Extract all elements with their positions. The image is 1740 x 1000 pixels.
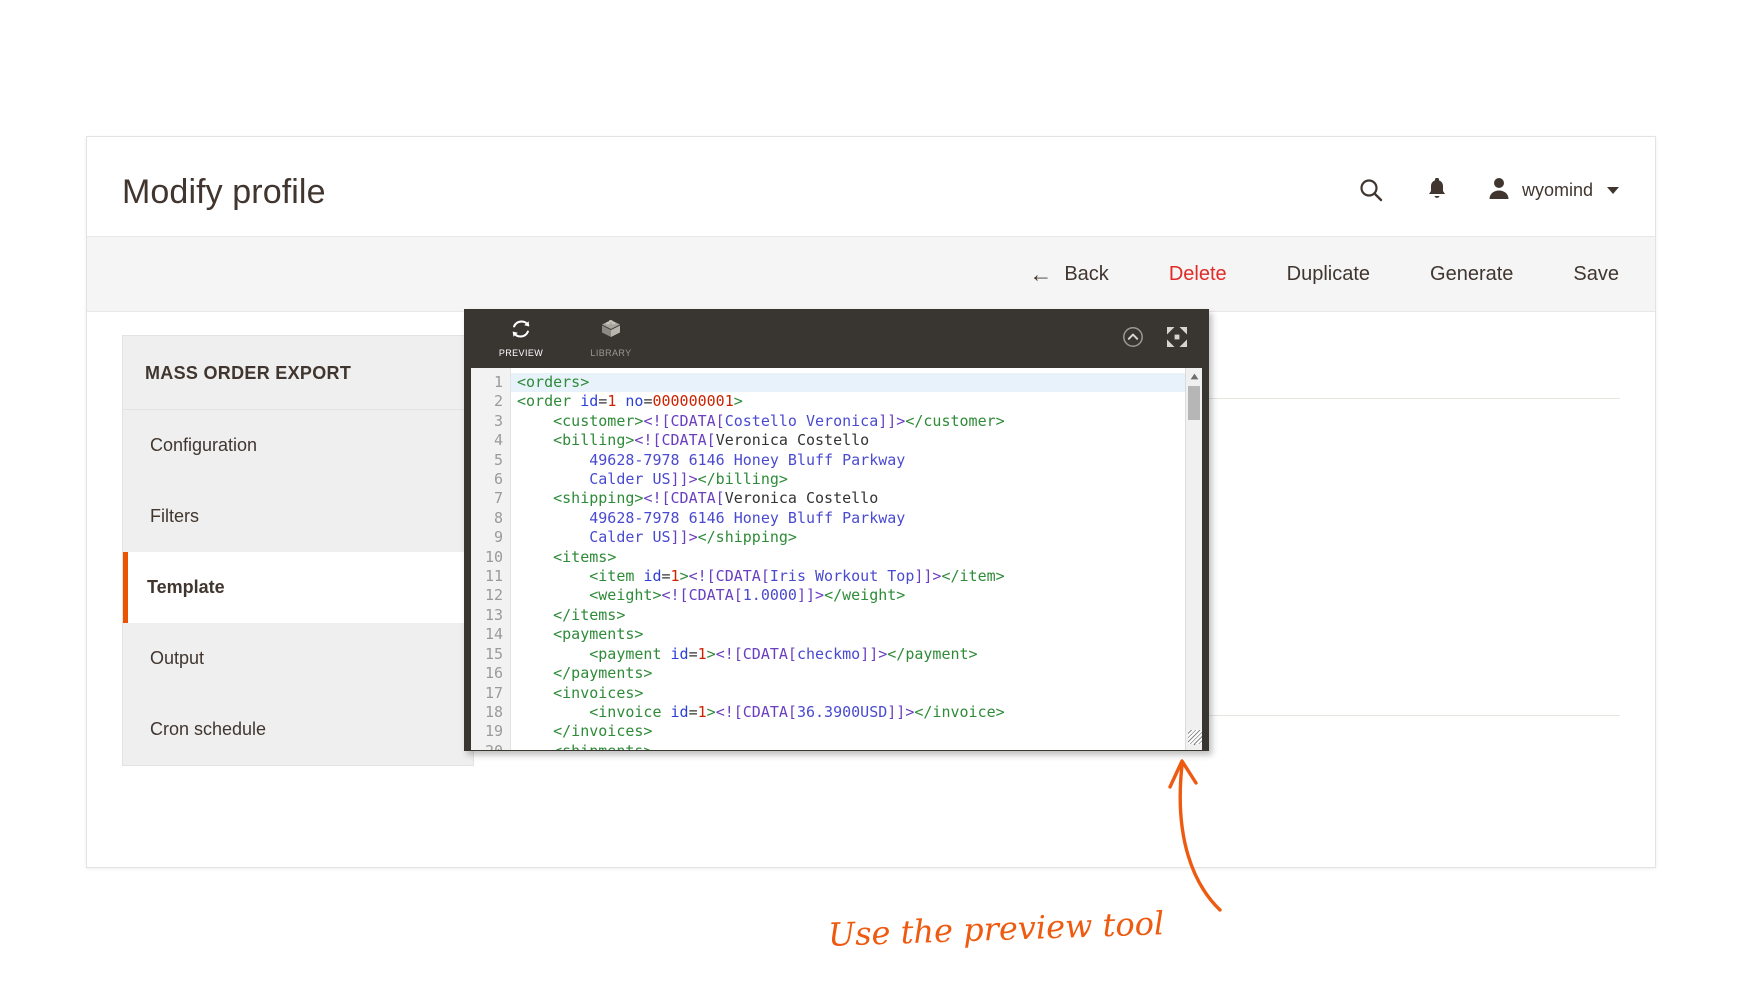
line-number: 20 [471, 742, 510, 750]
line-number: 2 [493, 392, 503, 411]
delete-button[interactable]: Delete [1169, 263, 1227, 286]
editor-tabs: Preview [491, 318, 641, 359]
chevron-down-icon [1607, 186, 1619, 194]
sidebar-title: MASS ORDER EXPORT [123, 336, 473, 410]
back-arrow-icon: ← [1029, 260, 1053, 287]
code-line: Calder US]]></shipping> [517, 528, 797, 547]
refresh-icon [491, 318, 551, 340]
sidebar-item-configuration[interactable]: Configuration [123, 410, 473, 481]
editor-window-actions [1122, 326, 1188, 353]
user-name-label: wyomind [1521, 179, 1593, 200]
code-line: <invoices> [553, 683, 644, 702]
line-number: 19 [484, 722, 503, 741]
back-button[interactable]: ← Back [1029, 260, 1109, 287]
sidebar-item-label: Template [147, 577, 225, 597]
user-menu[interactable]: wyomind [1488, 176, 1619, 205]
line-number: 17 [484, 683, 503, 702]
sidebar-item-output[interactable]: Output [123, 623, 473, 694]
code-line: <shipping><![CDATA[Veronica Costello [553, 489, 879, 508]
resize-grip[interactable] [1188, 730, 1202, 744]
line-number: 10 [484, 547, 503, 566]
code-line: <invoice id=1><![CDATA[36.3900USD]]></in… [589, 702, 1005, 721]
line-number: 5 [493, 450, 503, 469]
code-line: </items> [553, 605, 626, 624]
line-number: 3 [493, 411, 503, 430]
bell-icon[interactable] [1422, 175, 1452, 205]
tab-preview-label: Preview [498, 344, 544, 359]
line-number-gutter: 1234567891011121314151617181920 [471, 368, 511, 750]
line-number: 6 [493, 470, 503, 489]
brick-icon [581, 318, 641, 340]
scrollbar-thumb[interactable] [1188, 386, 1200, 420]
sidebar-item-label: Filters [150, 506, 199, 526]
line-number: 13 [484, 605, 503, 624]
sidebar: MASS ORDER EXPORT Configuration Filters … [122, 335, 474, 766]
line-number: 15 [484, 644, 503, 663]
duplicate-button-label: Duplicate [1286, 262, 1371, 285]
expand-icon[interactable] [1166, 326, 1188, 353]
code-line: <payments> [553, 625, 644, 644]
delete-button-label: Delete [1168, 262, 1227, 285]
sidebar-item-label: Configuration [150, 435, 258, 455]
line-number: 11 [484, 567, 503, 586]
code-area[interactable]: 1234567891011121314151617181920 <orders>… [471, 368, 1202, 750]
line-number: 18 [484, 702, 503, 721]
line-number: 7 [493, 489, 503, 508]
editor-scrollbar[interactable] [1185, 368, 1202, 750]
chevron-up-circle-icon[interactable] [1122, 326, 1144, 353]
line-number: 16 [484, 664, 503, 683]
header-actions: wyomind [1356, 175, 1619, 205]
code-line: <shipments> [511, 742, 1185, 750]
user-icon [1488, 176, 1510, 205]
page-title: Modify profile [122, 173, 326, 211]
code-line: </invoices> [553, 722, 653, 741]
tab-preview[interactable]: Preview [491, 318, 551, 359]
line-number: 4 [493, 431, 503, 450]
scroll-up-arrow-icon[interactable] [1186, 368, 1202, 384]
sidebar-item-filters[interactable]: Filters [123, 481, 473, 552]
line-number: 12 [484, 586, 503, 605]
back-button-label: Back [1064, 262, 1109, 285]
editor-toolbar: Preview [471, 316, 1202, 368]
code-line: <orders> [511, 373, 1185, 393]
save-button[interactable]: Save [1573, 263, 1619, 286]
code-line: <weight><![CDATA[1.0000]]></weight> [589, 586, 906, 605]
line-number: 14 [484, 625, 503, 644]
code-line: 49628-7978 6146 Honey Bluff Parkway [517, 450, 906, 469]
sidebar-item-cron-schedule[interactable]: Cron schedule [123, 694, 473, 765]
code-line: <items> [553, 547, 617, 566]
page-header: Modify profile wyomind [87, 137, 1655, 236]
code-line: Calder US]]></billing> [517, 470, 788, 489]
code-content[interactable]: <orders> <order id=1 no=000000001> <custo… [511, 368, 1185, 750]
admin-panel: Modify profile wyomind ← Back Delete Dup… [86, 136, 1656, 868]
sidebar-item-label: Cron schedule [150, 719, 267, 739]
code-line: <item id=1><![CDATA[Iris Workout Top]]><… [589, 567, 1005, 586]
line-number: 9 [493, 528, 503, 547]
annotation-text: Use the preview tool [827, 904, 1165, 954]
code-line: </payments> [553, 664, 653, 683]
duplicate-button[interactable]: Duplicate [1287, 263, 1370, 286]
action-toolbar: ← Back Delete Duplicate Generate Save [87, 236, 1655, 312]
generate-button-label: Generate [1430, 262, 1514, 285]
code-line: <billing><![CDATA[Veronica Costello [553, 431, 870, 450]
code-line: 49628-7978 6146 Honey Bluff Parkway [517, 508, 906, 527]
generate-button[interactable]: Generate [1430, 263, 1513, 286]
save-button-label: Save [1573, 262, 1619, 285]
sidebar-item-template[interactable]: Template [123, 552, 473, 623]
line-number: 1 [493, 373, 503, 391]
tab-library-label: Library [590, 344, 632, 359]
panel-body: MASS ORDER EXPORT Configuration Filters … [87, 309, 1655, 866]
code-line: <payment id=1><![CDATA[checkmo]]></payme… [589, 644, 978, 663]
line-number: 8 [493, 508, 503, 527]
tab-library[interactable]: Library [581, 318, 641, 359]
code-line: <order id=1 no=000000001> [517, 392, 743, 411]
search-icon[interactable] [1356, 175, 1386, 205]
code-editor-window: Preview [464, 309, 1209, 751]
sidebar-item-label: Output [150, 648, 205, 668]
code-line: <customer><![CDATA[Costello Veronica]]><… [553, 411, 1005, 430]
